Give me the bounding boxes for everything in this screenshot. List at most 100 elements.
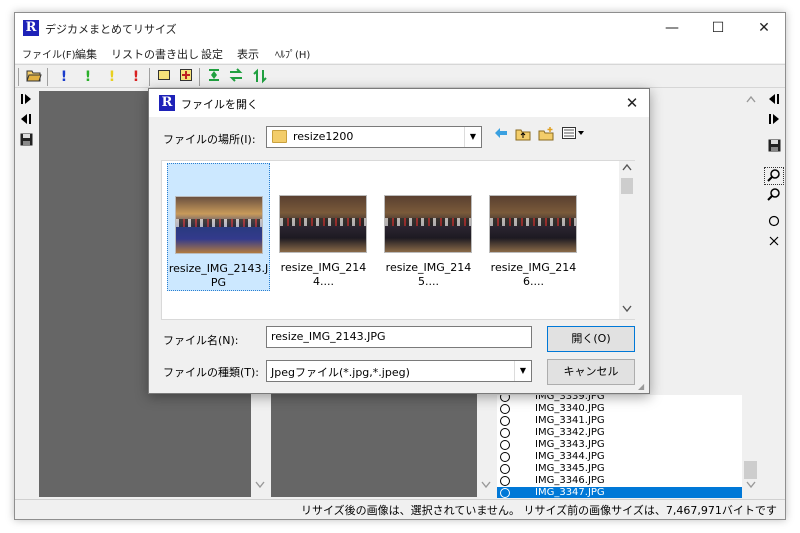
file-name: IMG_3340.JPG: [535, 403, 605, 414]
file-name: IMG_3339.JPG: [535, 395, 605, 402]
filetype-label: ファイルの種類(T):: [163, 366, 260, 379]
resize-grip-icon[interactable]: ◢: [638, 382, 648, 392]
scroll-down-icon[interactable]: [251, 479, 268, 495]
open-file-dialog: R ファイルを開く ✕ ファイルの場所(I): resize1200 ▼ res…: [148, 88, 650, 394]
thumbnail-item[interactable]: resize_IMG_2146....: [482, 163, 585, 291]
swap-horizontal-icon[interactable]: [227, 68, 245, 86]
frame-icon[interactable]: [155, 68, 173, 86]
save-icon[interactable]: [16, 133, 36, 151]
list-item[interactable]: IMG_3345.JPG: [497, 463, 742, 475]
status-bar: リサイズ後の画像は、選択されていません。 リサイズ前の画像サイズは、7,467,…: [15, 499, 785, 519]
previous-icon[interactable]: [764, 93, 784, 111]
dialog-close-button[interactable]: ✕: [615, 89, 649, 117]
thumbnail-image: [175, 196, 263, 254]
list-item[interactable]: IMG_3340.JPG: [497, 403, 742, 415]
toolbar-separator: [47, 68, 48, 86]
scrollbar-thumb[interactable]: [621, 178, 633, 194]
dialog-title-bar: R ファイルを開く ✕: [149, 89, 649, 117]
minimize-button[interactable]: —: [649, 13, 695, 43]
next-icon[interactable]: [16, 93, 36, 111]
exclamation-green-icon[interactable]: !: [79, 68, 97, 86]
toolbar: ! ! ! !: [15, 64, 785, 88]
save-icon[interactable]: [764, 139, 784, 157]
dialog-title: ファイルを開く: [181, 98, 258, 111]
next-icon[interactable]: [764, 113, 784, 131]
zoom-out-icon[interactable]: [764, 187, 784, 205]
list-item[interactable]: IMG_3341.JPG: [497, 415, 742, 427]
toolbar-separator: [199, 68, 200, 86]
scroll-down-icon[interactable]: [477, 479, 494, 495]
location-label: ファイルの場所(I):: [163, 133, 256, 146]
menu-edit[interactable]: 編集: [75, 46, 97, 62]
list-item[interactable]: IMG_3344.JPG: [497, 451, 742, 463]
up-folder-icon[interactable]: [515, 127, 531, 143]
menu-bar: ファイル(F) 編集 リストの書き出し 設定 表示 ﾍﾙﾌﾟ(H): [15, 43, 785, 63]
right-side-toolbar: [761, 91, 785, 497]
circle-icon[interactable]: [764, 215, 784, 233]
close-button[interactable]: ✕: [741, 13, 785, 43]
exclamation-blue-icon[interactable]: !: [55, 68, 73, 86]
status-circle-icon: [500, 395, 510, 402]
filename-field[interactable]: resize_IMG_2143.JPG: [266, 326, 532, 348]
maximize-button[interactable]: ☐: [695, 13, 741, 43]
thumbnail-scrollbar[interactable]: [619, 161, 635, 319]
back-arrow-icon[interactable]: [493, 127, 509, 143]
file-list[interactable]: IMG_3339.JPG IMG_3340.JPG IMG_3341.JPG I…: [497, 395, 742, 498]
thumbnail-item[interactable]: resize_IMG_2143.JPG: [167, 163, 270, 291]
list-item[interactable]: IMG_3346.JPG: [497, 475, 742, 487]
file-name: IMG_3342.JPG: [535, 427, 605, 438]
view-menu-icon[interactable]: [561, 127, 585, 143]
file-name: IMG_3345.JPG: [535, 463, 605, 474]
location-dropdown[interactable]: resize1200 ▼: [266, 126, 482, 148]
file-thumbnail-area[interactable]: resize_IMG_2143.JPG resize_IMG_2144.... …: [161, 160, 635, 320]
status-text: リサイズ後の画像は、選択されていません。 リサイズ前の画像サイズは、7,467,…: [301, 504, 777, 517]
open-folder-icon[interactable]: [25, 68, 43, 86]
previous-icon[interactable]: [16, 113, 36, 131]
exclamation-yellow-icon[interactable]: !: [103, 68, 121, 86]
list-item[interactable]: IMG_3343.JPG: [497, 439, 742, 451]
cross-icon[interactable]: [764, 235, 784, 253]
thumbnail-item[interactable]: resize_IMG_2144....: [272, 163, 375, 291]
scroll-down-icon[interactable]: [742, 479, 759, 495]
menu-view[interactable]: 表示: [237, 46, 259, 62]
file-name: IMG_3344.JPG: [535, 451, 605, 462]
scroll-up-icon[interactable]: [742, 93, 759, 109]
swap-vertical-icon[interactable]: [251, 68, 269, 86]
chevron-down-icon[interactable]: ▼: [464, 127, 481, 147]
menu-settings[interactable]: 設定: [201, 46, 223, 62]
left-side-toolbar: [15, 91, 37, 497]
file-name: IMG_3343.JPG: [535, 439, 605, 450]
file-list-scrollbar[interactable]: [742, 91, 759, 497]
list-item-selected[interactable]: IMG_3347.JPG: [497, 487, 742, 498]
file-name: IMG_3346.JPG: [535, 475, 605, 486]
file-name: IMG_3341.JPG: [535, 415, 605, 426]
cancel-button[interactable]: キャンセル: [547, 359, 635, 385]
exclamation-red-icon[interactable]: !: [127, 68, 145, 86]
scroll-down-icon[interactable]: [619, 303, 635, 319]
thumbnail-item[interactable]: resize_IMG_2145....: [377, 163, 480, 291]
status-circle-icon: [500, 488, 510, 498]
scroll-up-icon[interactable]: [619, 161, 635, 177]
menu-help[interactable]: ﾍﾙﾌﾟ(H): [275, 46, 310, 61]
open-button[interactable]: 開く(O): [547, 326, 635, 352]
zoom-in-icon[interactable]: [764, 167, 784, 185]
status-circle-icon: [500, 428, 510, 438]
status-circle-icon: [500, 476, 510, 486]
new-folder-icon[interactable]: [537, 127, 555, 143]
list-item[interactable]: IMG_3342.JPG: [497, 427, 742, 439]
status-circle-icon: [500, 416, 510, 426]
chevron-down-icon[interactable]: ▼: [514, 361, 531, 381]
menu-export-list[interactable]: リストの書き出し: [111, 46, 199, 62]
filetype-value: Jpegファイル(*.jpg,*.jpeg): [271, 366, 410, 379]
filetype-dropdown[interactable]: Jpegファイル(*.jpg,*.jpeg) ▼: [266, 360, 532, 382]
resize-icon[interactable]: [205, 68, 223, 86]
menu-file[interactable]: ファイル(F): [22, 46, 76, 61]
app-logo-icon: R: [159, 95, 175, 111]
thumbnail-label: resize_IMG_2143.JPG: [168, 262, 269, 289]
list-item[interactable]: IMG_3339.JPG: [497, 395, 742, 403]
scrollbar-thumb[interactable]: [744, 461, 757, 479]
status-circle-icon: [500, 404, 510, 414]
crop-icon[interactable]: [177, 68, 195, 86]
filename-label: ファイル名(N):: [163, 334, 239, 347]
window-title: デジカメまとめてリサイズ: [45, 23, 177, 36]
